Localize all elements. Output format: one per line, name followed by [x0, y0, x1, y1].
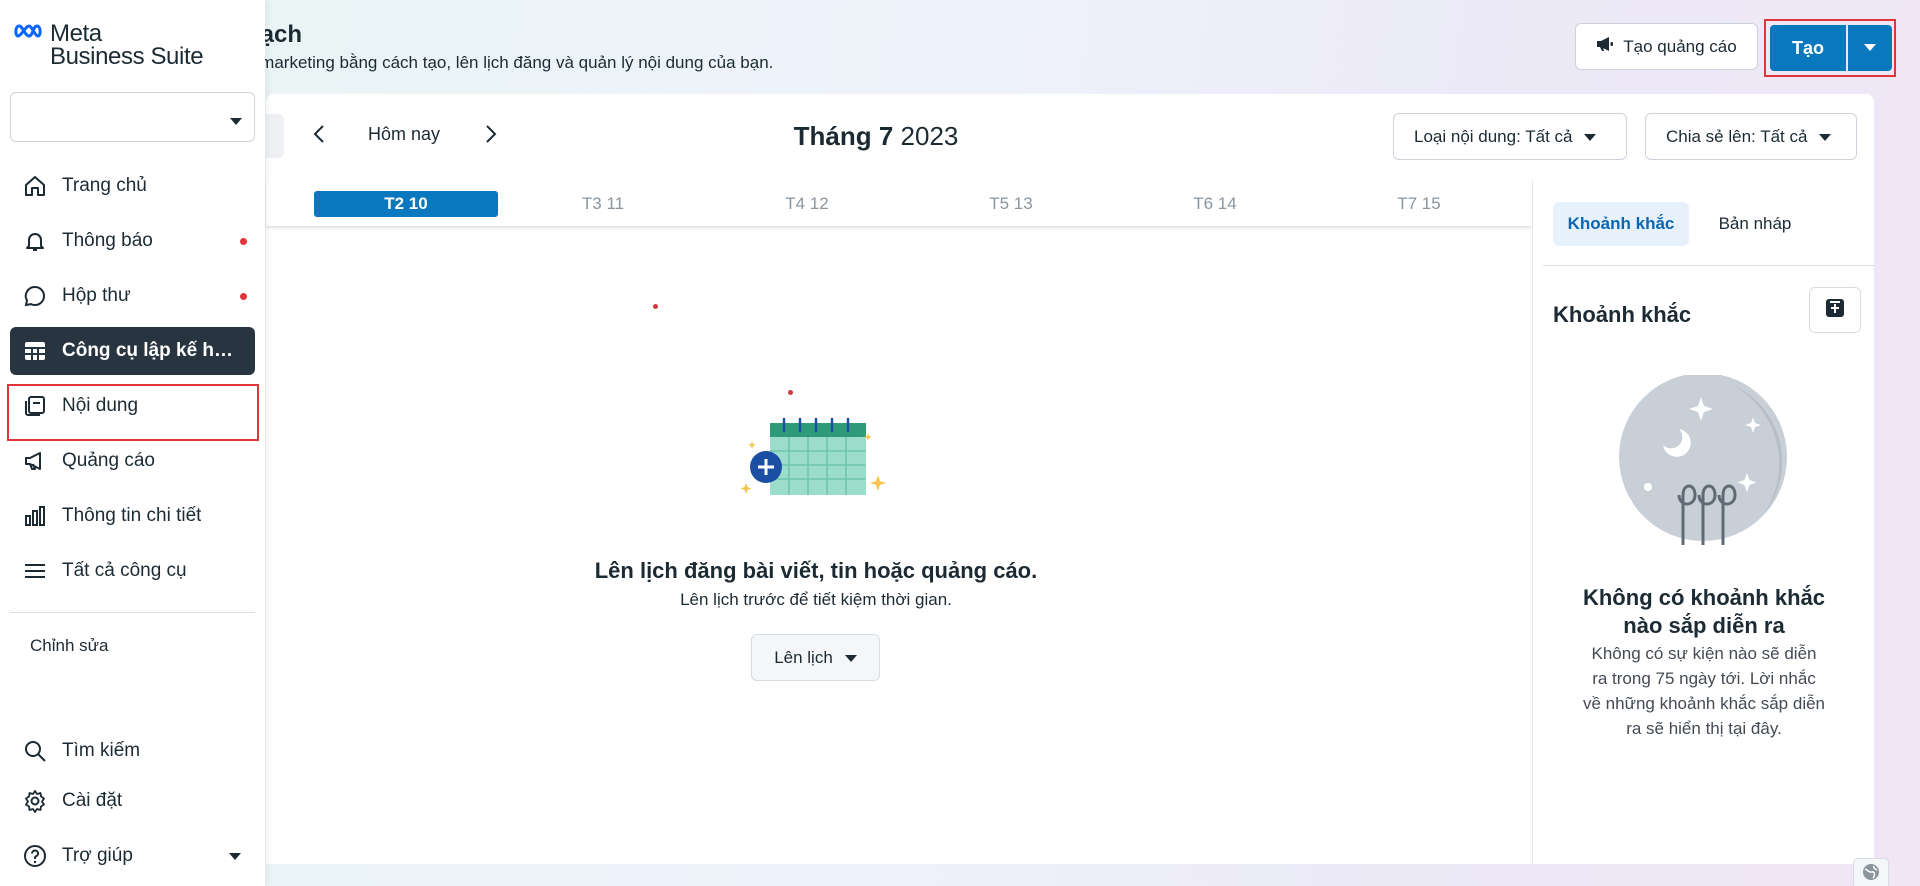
- sidebar-item-all-tools[interactable]: Tất cả công cụ: [10, 547, 255, 595]
- megaphone-icon: [22, 448, 48, 474]
- week-header: T2 10 T3 11 T4 12 T5 13 T6 14 T7 15: [266, 180, 1532, 226]
- add-square-icon: [1825, 298, 1845, 323]
- moments-panel: Khoảnh khắc Bản nháp Khoảnh khắc Không c…: [1532, 180, 1875, 864]
- day-header[interactable]: T3 11: [511, 191, 695, 217]
- sidebar: Meta Business Suite Trang chủ Thông báo …: [0, 0, 265, 886]
- caret-down-icon: [229, 845, 241, 867]
- no-moments-text: Không có sự kiện nào sẽ diễn ra trong 75…: [1583, 644, 1826, 738]
- day-header[interactable]: T7 15: [1327, 191, 1511, 217]
- tab-drafts[interactable]: Bản nháp: [1705, 202, 1805, 246]
- sidebar-item-ads[interactable]: Quảng cáo: [10, 437, 255, 485]
- create-ad-button[interactable]: Tạo quảng cáo: [1575, 23, 1758, 70]
- sidebar-item-label: Thông tin chi tiết: [62, 505, 202, 526]
- sidebar-item-label: Trang chủ: [62, 175, 147, 196]
- day-header[interactable]: T6 14: [1123, 191, 1307, 217]
- bell-icon: [22, 228, 48, 254]
- caret-down-icon: [230, 113, 242, 131]
- caret-down-icon: [1864, 39, 1876, 57]
- sidebar-item-notifications[interactable]: Thông báo: [10, 217, 255, 265]
- sidebar-item-label: Công cụ lập kế hoạch: [62, 340, 234, 361]
- sidebar-item-help[interactable]: Trợ giúp: [10, 832, 255, 880]
- home-icon: [22, 173, 48, 199]
- globe-icon: [1862, 863, 1880, 886]
- share-to-filter[interactable]: Chia sẻ lên: Tất cả: [1645, 113, 1857, 160]
- page-header: oạch n marketing bằng cách tạo, lên lịch…: [0, 0, 1920, 92]
- month-title: Tháng 7 2023: [736, 121, 1016, 152]
- create-ad-label: Tạo quảng cáo: [1623, 36, 1737, 56]
- sidebar-item-search[interactable]: Tìm kiếm: [10, 727, 255, 775]
- month-name: Tháng 7: [793, 121, 894, 151]
- day-header[interactable]: T2 10: [314, 191, 498, 217]
- brand-line-1: Meta: [50, 20, 102, 47]
- panel-divider: [1543, 265, 1875, 266]
- view-toggle-stub[interactable]: [266, 114, 284, 158]
- share-to-filter-label: Chia sẻ lên: Tất cả: [1666, 126, 1808, 146]
- sidebar-item-label: Trợ giúp: [62, 845, 133, 866]
- calendar-add-illustration: [738, 383, 888, 503]
- schedule-button[interactable]: Lên lịch: [751, 634, 880, 681]
- empty-state-subtitle: Lên lịch trước để tiết kiệm thời gian.: [680, 590, 952, 609]
- add-moment-button[interactable]: [1809, 287, 1861, 333]
- sidebar-divider: [10, 612, 255, 613]
- content-type-filter[interactable]: Loại nội dung: Tất cả: [1393, 113, 1627, 160]
- sidebar-item-insights[interactable]: Thông tin chi tiết: [10, 492, 255, 540]
- sidebar-item-label: Hộp thư: [62, 285, 131, 306]
- sidebar-item-label: Quảng cáo: [62, 450, 155, 471]
- create-button[interactable]: Tạo: [1770, 25, 1846, 71]
- today-button[interactable]: Hôm nay: [352, 124, 456, 145]
- create-split-highlight: Tạo: [1764, 19, 1896, 77]
- language-button[interactable]: [1853, 858, 1889, 886]
- sidebar-item-label: Thông báo: [62, 230, 153, 251]
- tab-moments[interactable]: Khoảnh khắc: [1553, 202, 1689, 246]
- edit-menu-link[interactable]: Chỉnh sửa: [30, 636, 108, 656]
- year: 2023: [900, 121, 959, 151]
- meta-business-suite-logo[interactable]: Meta Business Suite: [14, 20, 204, 70]
- sidebar-item-label: Tất cả công cụ: [62, 560, 187, 581]
- notification-badge: [240, 237, 247, 245]
- bar-chart-icon: [22, 503, 48, 529]
- content-item-highlight: [7, 384, 259, 441]
- brand-line-2: Business Suite: [50, 43, 204, 70]
- page-subtitle: n marketing bằng cách tạo, lên lịch đăng…: [246, 53, 774, 72]
- gear-icon: [22, 788, 48, 814]
- notification-badge: [240, 292, 247, 300]
- create-dropdown-button[interactable]: [1848, 25, 1892, 71]
- megaphone-icon: [1596, 36, 1614, 57]
- calendar-grid-icon: [22, 338, 48, 364]
- sidebar-item-planner[interactable]: Công cụ lập kế hoạch: [10, 327, 255, 375]
- day-header[interactable]: T4 12: [715, 191, 899, 217]
- content-type-filter-label: Loại nội dung: Tất cả: [1414, 126, 1573, 146]
- sidebar-item-home[interactable]: Trang chủ: [10, 162, 255, 210]
- previous-week-button[interactable]: [304, 121, 334, 151]
- menu-lines-icon: [22, 558, 48, 584]
- help-circle-icon: [22, 843, 48, 869]
- caret-down-icon: [1819, 127, 1832, 147]
- sidebar-item-label: Cài đặt: [62, 790, 123, 811]
- sidebar-item-inbox[interactable]: Hộp thư: [10, 272, 255, 320]
- day-header[interactable]: T5 13: [919, 191, 1103, 217]
- chevron-right-icon: [485, 124, 497, 149]
- chevron-left-icon: [313, 124, 325, 149]
- sidebar-item-label: Tìm kiếm: [62, 740, 141, 761]
- chat-bubble-icon: [22, 283, 48, 309]
- account-selector[interactable]: [10, 92, 255, 142]
- indicator-dot: [653, 304, 658, 309]
- meta-infinity-icon: [14, 22, 44, 68]
- moments-heading: Khoảnh khắc: [1553, 302, 1692, 327]
- caret-down-icon: [844, 648, 857, 668]
- lightbulb-illustration: [1613, 373, 1793, 545]
- next-week-button[interactable]: [476, 121, 506, 151]
- sidebar-item-settings[interactable]: Cài đặt: [10, 777, 255, 825]
- search-icon: [22, 738, 48, 764]
- caret-down-icon: [1584, 127, 1597, 147]
- no-moments-title: Không có khoảnh khắc nào sắp diễn ra: [1582, 585, 1826, 638]
- schedule-button-label: Lên lịch: [774, 647, 833, 667]
- empty-state-title: Lên lịch đăng bài viết, tin hoặc quảng c…: [594, 558, 1038, 583]
